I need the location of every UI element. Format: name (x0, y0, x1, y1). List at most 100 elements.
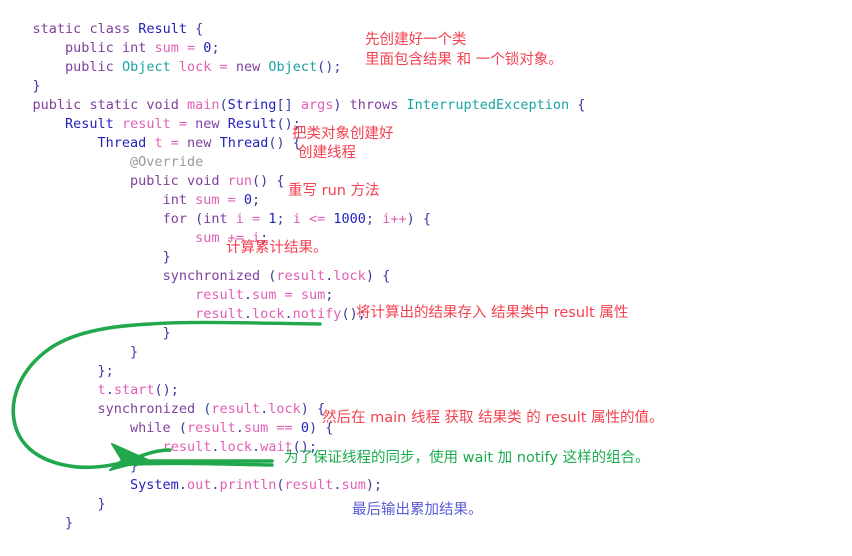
code-line: Result result = new Result(); (0, 115, 852, 134)
code-token: sum (195, 230, 220, 246)
code-token: args (300, 97, 334, 113)
code-token: Result (138, 21, 187, 37)
code-token: = (227, 192, 236, 208)
code-token: while (130, 420, 171, 436)
code-token: new (187, 135, 212, 151)
note-create-class-2: 里面包含结果 和 一个锁对象。 (365, 52, 563, 68)
code-token: { (569, 97, 586, 113)
code-token: } (32, 78, 41, 94)
code-line: int sum = 0; (0, 191, 852, 210)
code-token: public (65, 40, 114, 56)
code-token: ; (325, 287, 334, 303)
code-token: } (97, 496, 106, 512)
code-token: ++ (390, 211, 407, 227)
code-token: public (65, 59, 114, 75)
code-token: new (235, 59, 261, 75)
code-token: = (170, 135, 179, 151)
code-token: ( (276, 477, 285, 493)
code-token: } (130, 458, 139, 474)
code-token: ) { (365, 268, 391, 284)
code-token: . (243, 306, 252, 322)
code-token: sum (154, 40, 179, 56)
code-token: lock (268, 401, 301, 417)
code-token: sum (341, 477, 366, 493)
code-token: . (252, 439, 261, 455)
code-token: t (154, 135, 163, 151)
code-token: ; (365, 211, 383, 227)
code-line: sum += i; (0, 229, 852, 248)
note-accumulate: 计算累计结果。 (226, 240, 328, 256)
code-token: Result (65, 116, 114, 132)
code-token: result (276, 268, 326, 284)
code-token: () { (252, 173, 285, 189)
code-line: t.start(); (0, 381, 852, 400)
code-token: result (195, 287, 244, 303)
code-token: int (162, 192, 187, 208)
code-line: for (int i = 1; i <= 1000; i++) { (0, 210, 852, 229)
note-create-class-1: 先创建好一个类 (365, 32, 467, 48)
code-token: . (243, 287, 252, 303)
code-token: result (186, 420, 236, 436)
code-token: result (162, 439, 212, 455)
code-token: run (227, 173, 253, 189)
code-token: = (187, 40, 196, 56)
code-token: ; (276, 211, 293, 227)
code-token: sum (300, 287, 326, 303)
code-token: (); (317, 59, 342, 75)
code-token: int (203, 211, 228, 227)
code-line: } (0, 324, 852, 343)
code-token: { (187, 21, 204, 37)
code-token: new (195, 116, 220, 132)
code-token: println (219, 477, 277, 493)
code-line: synchronized (result.lock) { (0, 267, 852, 286)
code-token: for (162, 211, 187, 227)
code-token: Thread (97, 135, 147, 151)
code-token: public (32, 97, 82, 113)
code-token: throws (349, 97, 399, 113)
code-line: public void run() { (0, 172, 852, 191)
code-token: lock (219, 439, 252, 455)
code-token: } (130, 344, 139, 360)
code-token: . (235, 420, 244, 436)
code-token: = (252, 211, 261, 227)
note-create-thread: 创建线程 (298, 145, 356, 161)
code-token: notify (292, 306, 342, 322)
code-token: class (89, 21, 131, 37)
code-token: (); (154, 382, 179, 398)
code-token: ( (260, 268, 277, 284)
